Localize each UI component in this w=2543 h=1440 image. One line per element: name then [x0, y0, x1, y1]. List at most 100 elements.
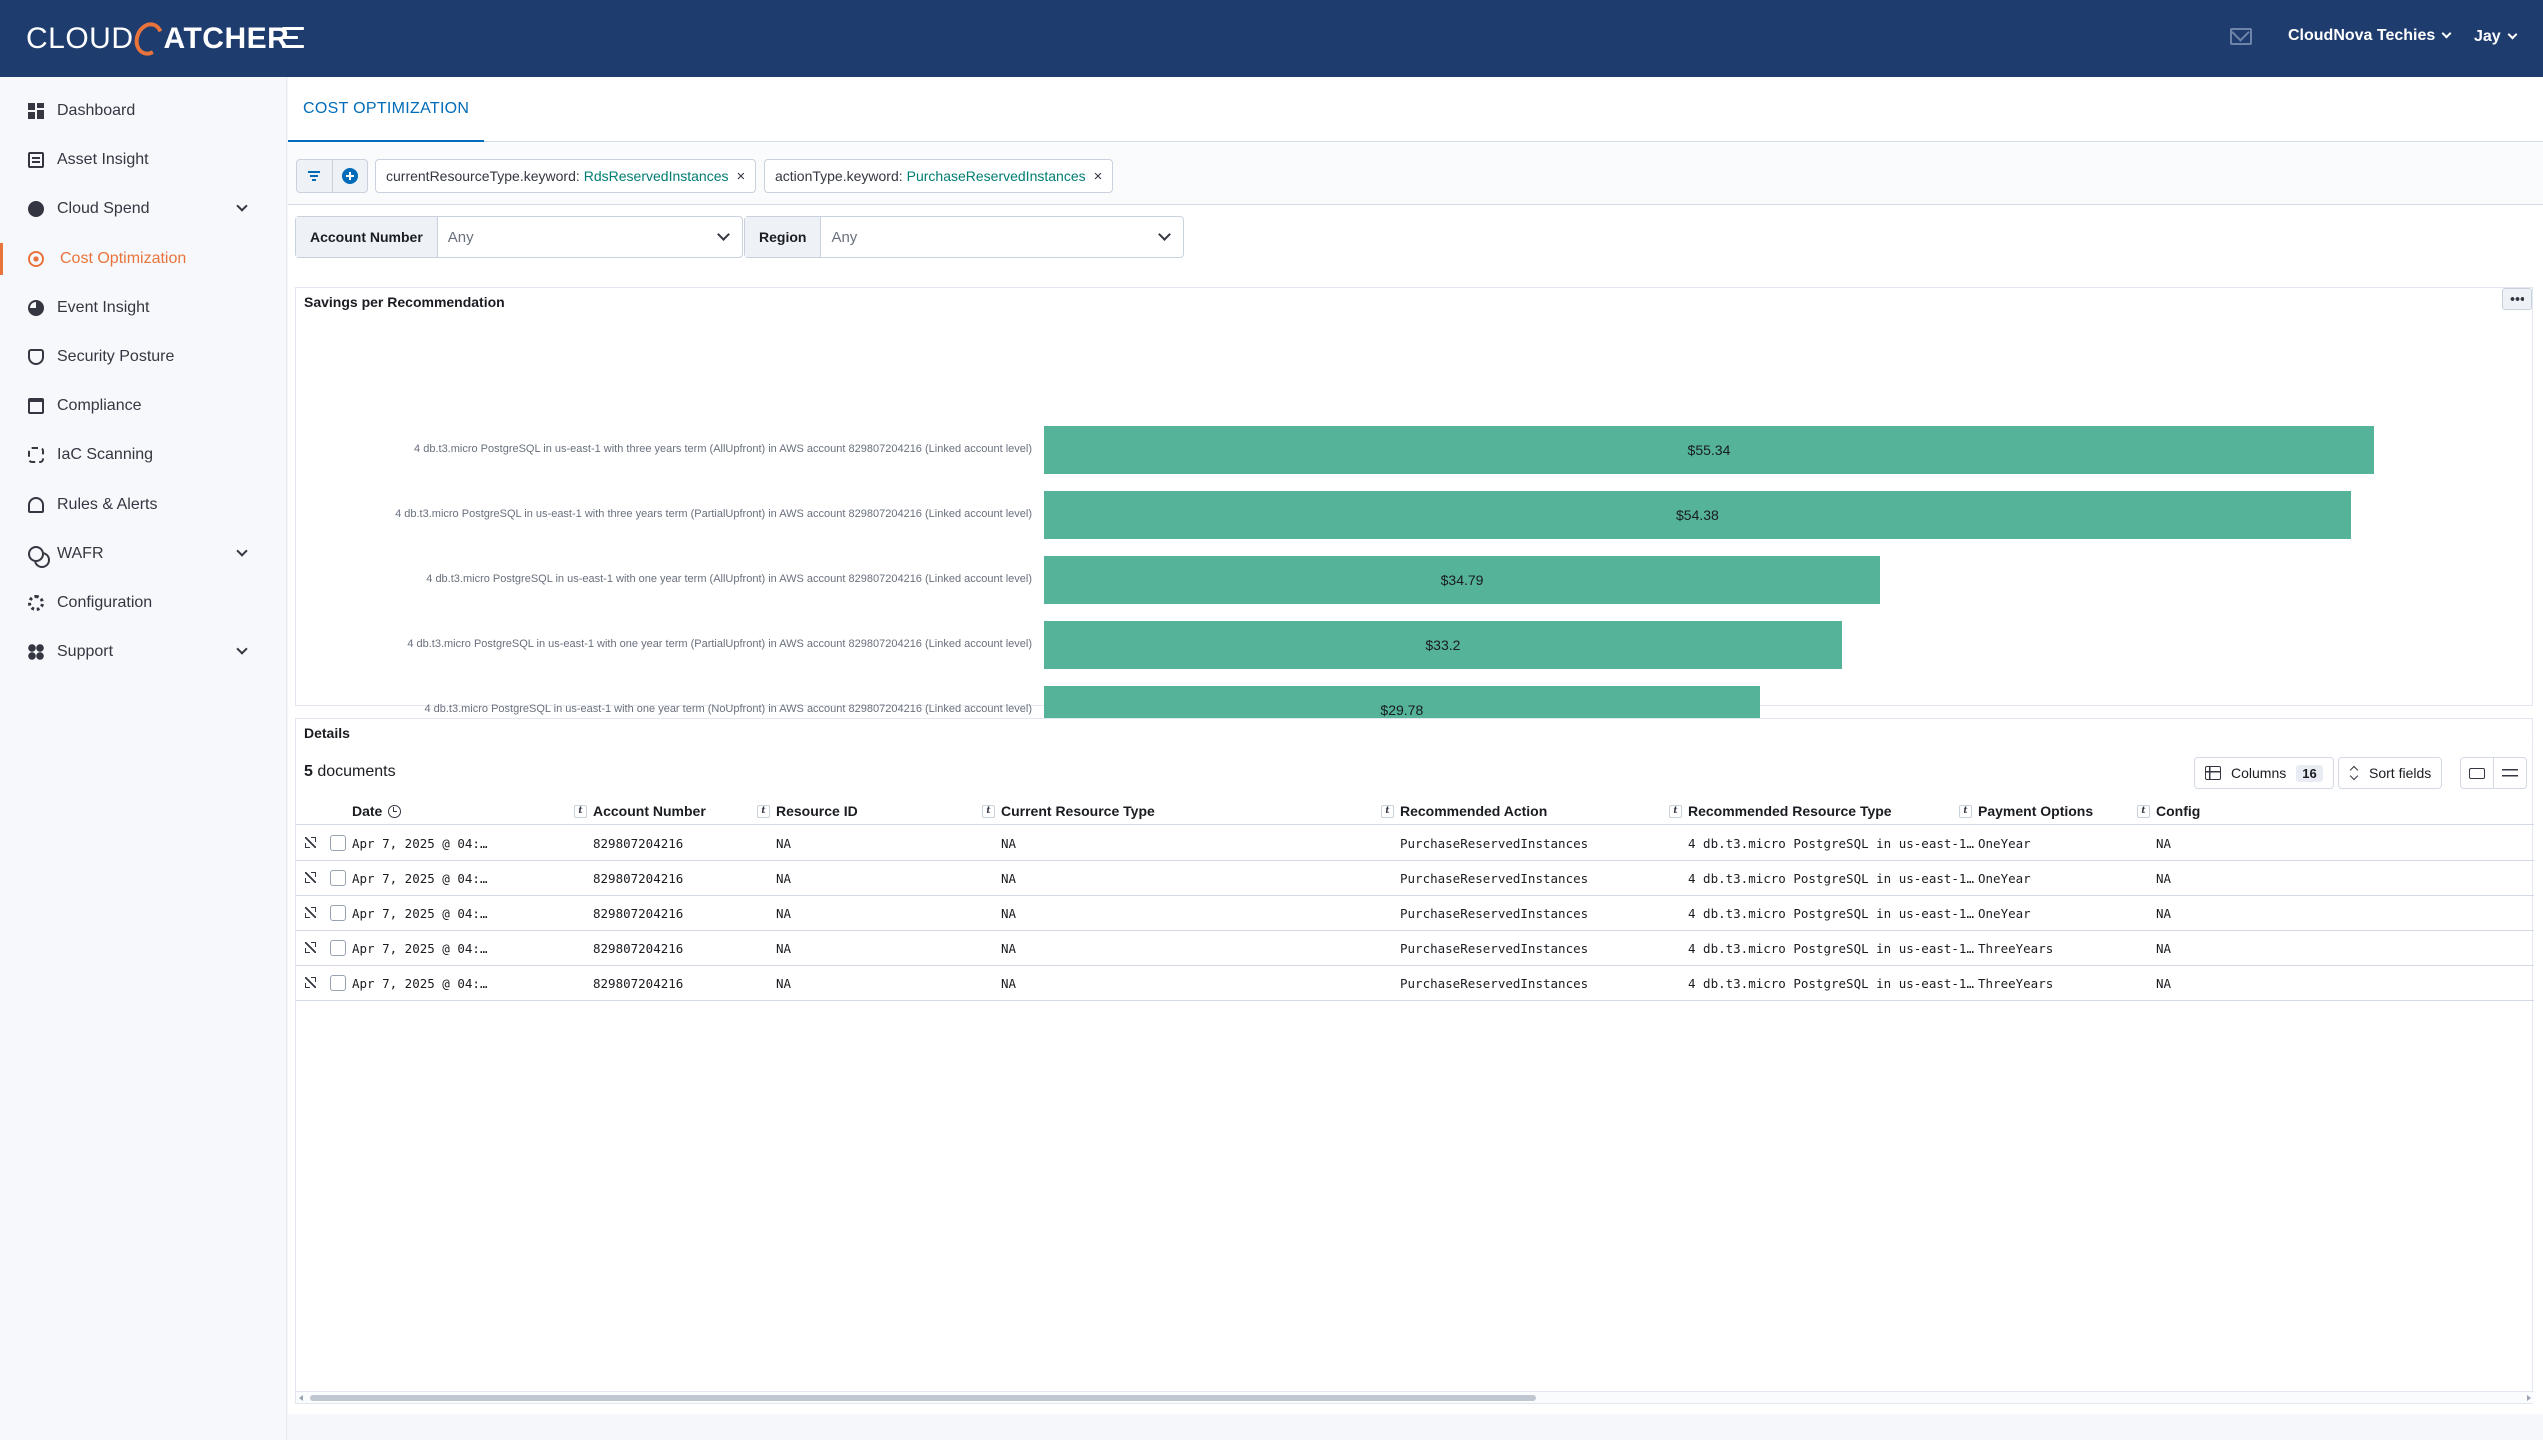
account-number-select[interactable]: Account Number Any [295, 216, 743, 258]
close-icon[interactable]: × [737, 168, 746, 185]
column-header-label: Recommended Resource Type [1688, 803, 1892, 819]
row-checkbox[interactable] [330, 870, 346, 886]
columns-button[interactable]: Columns 16 [2194, 757, 2334, 789]
select-value-text: Any [831, 228, 858, 246]
string-field-icon: t [1959, 804, 1972, 818]
user-menu[interactable]: Jay [2474, 28, 2518, 46]
region-select[interactable]: Region Any [744, 216, 1184, 258]
column-header-recommended-resource-type[interactable]: t Recommended Resource Type [1669, 803, 1892, 819]
column-header-config[interactable]: t Config [2137, 803, 2200, 819]
sidebar-item-support[interactable]: Support [0, 632, 287, 672]
tab-cost-optimization[interactable]: COST OPTIMIZATION [288, 77, 485, 142]
chart-bar-value-label: $29.78 [1380, 702, 1424, 718]
row-checkbox[interactable] [330, 940, 346, 956]
wafr-icon [28, 545, 44, 562]
horizontal-scrollbar[interactable] [296, 1391, 2534, 1403]
region-value[interactable]: Any [821, 217, 1183, 257]
table-cell: Apr 7, 2025 @ 04:00:54 [352, 976, 492, 991]
dashboard-icon [28, 103, 44, 119]
sidebar-item-label: Dashboard [57, 102, 136, 119]
table-header: Date t Account Number t Resource ID t Current … [296, 797, 2534, 825]
sidebar-item-dashboard[interactable]: Dashboard [0, 91, 287, 131]
filter-menu-button[interactable] [297, 160, 332, 192]
scrollbar-thumb[interactable] [310, 1395, 1536, 1401]
row-checkbox[interactable] [330, 975, 346, 991]
table-cell: NA [2156, 976, 2172, 991]
table-row[interactable]: Apr 7, 2025 @ 04:00:54 829807204216 NA NA Pu… [296, 896, 2534, 931]
filter-pill[interactable]: actionType.keyword: PurchaseReservedInst… [764, 159, 1114, 193]
table-cell: NA [2156, 836, 2172, 851]
sidebar-item-label: Security Posture [57, 348, 175, 365]
sidebar-item-asset-insight[interactable]: Asset Insight [0, 140, 287, 180]
panel-options-button[interactable] [2502, 288, 2532, 310]
expand-icon[interactable] [305, 872, 316, 883]
table-cell: NA [2156, 871, 2172, 886]
chart-category-label: 4 db.t3.micro PostgreSQL in us-east-1 wi… [407, 638, 1032, 650]
mail-icon[interactable] [2230, 28, 2252, 45]
table-row[interactable]: Apr 7, 2025 @ 04:00:54 829807204216 NA NA Pu… [296, 861, 2534, 896]
table-cell: 4 db.t3.micro PostgreSQL in us-east-1 wi… [1688, 871, 1974, 886]
account-number-label: Account Number [296, 217, 438, 257]
table-cell: NA [2156, 941, 2172, 956]
close-icon[interactable]: × [1094, 168, 1103, 185]
chevron-down-icon[interactable] [236, 643, 248, 655]
column-header-recommended-action[interactable]: t Recommended Action [1381, 803, 1547, 819]
column-header-current-resource-type[interactable]: t Current Resource Type [982, 803, 1155, 819]
chevron-down-icon[interactable] [236, 200, 248, 213]
expand-icon[interactable] [305, 942, 316, 953]
scroll-right-icon[interactable] [2527, 1395, 2531, 1401]
display-options-button[interactable] [2493, 757, 2527, 789]
sidebar-item-compliance[interactable]: Compliance [0, 386, 287, 426]
expand-icon[interactable] [305, 907, 316, 918]
scroll-left-icon[interactable] [299, 1395, 303, 1401]
sidebar-item-rules-alerts[interactable]: Rules & Alerts [0, 485, 287, 525]
sidebar-item-cloud-spend[interactable]: Cloud Spend [0, 189, 287, 229]
sidebar-item-label: Asset Insight [57, 151, 149, 169]
sidebar-item-cost-optimization[interactable]: Cost Optimization [0, 239, 287, 279]
user-name: Jay [2474, 28, 2501, 45]
more-icon [2510, 297, 2524, 301]
keyboard-shortcuts-button[interactable] [2460, 757, 2494, 789]
table-row[interactable]: Apr 7, 2025 @ 04:00:54 829807204216 NA NA Pu… [296, 931, 2534, 966]
table-cell: NA [1001, 976, 1017, 991]
column-header-resource-id[interactable]: t Resource ID [757, 803, 858, 819]
row-checkbox[interactable] [330, 905, 346, 921]
column-header-date[interactable]: Date [352, 803, 402, 819]
table-cell: PurchaseReservedInstances [1400, 976, 1589, 991]
table-cell: NA [776, 871, 792, 886]
add-filter-button[interactable] [331, 160, 367, 192]
shield-icon [28, 349, 44, 365]
sidebar-item-wafr[interactable]: WAFR [0, 534, 287, 574]
table-cell: NA [1001, 871, 1017, 886]
row-checkbox[interactable] [330, 835, 346, 851]
table-cell: NA [2156, 906, 2172, 921]
menu-toggle-icon[interactable] [282, 27, 306, 49]
chevron-down-icon[interactable] [236, 545, 248, 557]
sidebar-item-security-posture[interactable]: Security Posture [0, 337, 287, 377]
filter-pill[interactable]: currentResourceType.keyword: RdsReserved… [375, 159, 757, 193]
sidebar-item-configuration[interactable]: Configuration [0, 583, 287, 623]
table-row[interactable]: Apr 7, 2025 @ 04:00:54 829807204216 NA NA Pu… [296, 966, 2534, 1001]
sort-fields-button[interactable]: Sort fields [2338, 757, 2443, 789]
column-header-account-number[interactable]: t Account Number [574, 803, 706, 819]
sidebar-item-iac-scanning[interactable]: IaC Scanning [0, 435, 287, 475]
footer [288, 1414, 2543, 1440]
brand-logo[interactable]: CLOUD ATCHER [26, 18, 289, 60]
cloud-spend-icon [28, 201, 44, 218]
sidebar-item-label: Compliance [57, 397, 142, 415]
table-cell: PurchaseReservedInstances [1400, 906, 1589, 921]
column-header-label: Recommended Action [1400, 803, 1548, 819]
select-value-text: Any [447, 228, 474, 246]
sidebar-item-event-insight[interactable]: Event Insight [0, 288, 287, 328]
org-selector[interactable]: CloudNova Techies [2288, 27, 2452, 45]
table-row[interactable]: Apr 7, 2025 @ 04:00:54 829807204216 NA NA Pu… [296, 826, 2534, 861]
expand-icon[interactable] [305, 837, 316, 848]
filter-value: PurchaseReservedInstances [906, 168, 1086, 184]
column-header-label: Config [2156, 803, 2201, 819]
details-title: Details [304, 725, 350, 741]
account-number-value[interactable]: Any [438, 217, 742, 257]
string-field-icon: t [1381, 804, 1394, 818]
support-icon [28, 644, 44, 661]
column-header-payment-options[interactable]: t Payment Options [1959, 803, 2093, 819]
expand-icon[interactable] [305, 977, 316, 988]
